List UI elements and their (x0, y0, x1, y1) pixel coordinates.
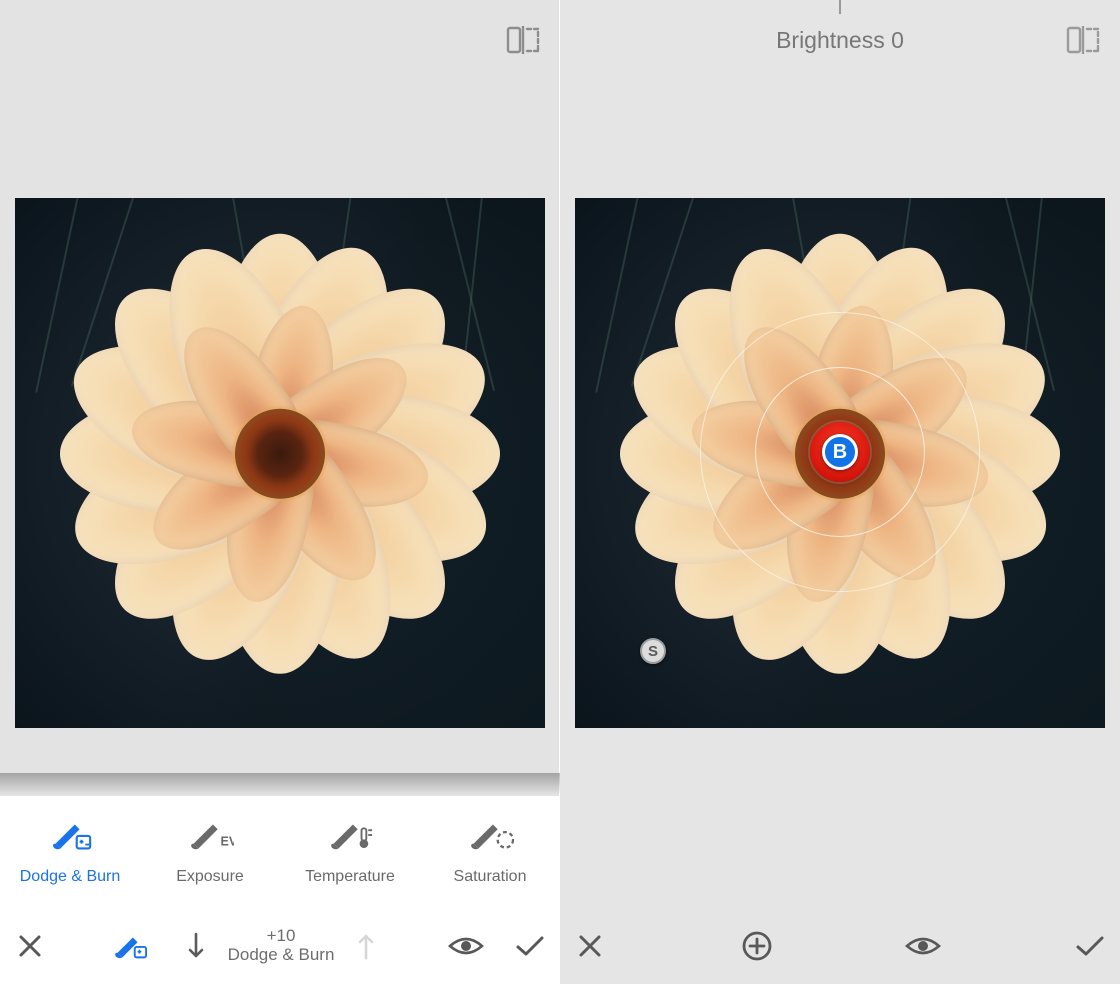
tool-saturation[interactable]: Saturation (420, 818, 560, 886)
cancel-button[interactable] (572, 928, 608, 964)
brush-exposure-icon: EV (186, 818, 234, 852)
compare-icon[interactable] (1066, 26, 1100, 54)
tool-temperature[interactable]: Temperature (280, 818, 420, 886)
right-action-bar (560, 908, 1120, 984)
strength-tool: Dodge & Burn (228, 946, 335, 965)
photo-canvas[interactable] (15, 198, 545, 728)
brush-tool-indicator[interactable] (112, 928, 148, 964)
brush-temperature-icon (326, 818, 374, 852)
brush-tool-row: Dodge & Burn EV Exposure (0, 796, 560, 908)
compare-icon[interactable] (506, 26, 540, 54)
tool-dodge-burn[interactable]: Dodge & Burn (0, 818, 140, 886)
left-action-bar: +10 Dodge & Burn (0, 908, 560, 984)
tool-label: Exposure (176, 868, 244, 886)
strength-readout: +10 Dodge & Burn (228, 927, 335, 964)
decrease-arrow-icon[interactable] (178, 928, 214, 964)
add-point-button[interactable] (739, 928, 775, 964)
preview-button[interactable] (448, 928, 484, 964)
photo (15, 198, 545, 728)
left-pane: Dodge & Burn EV Exposure (0, 0, 560, 984)
tool-exposure[interactable]: EV Exposure (140, 818, 280, 886)
apply-button[interactable] (1072, 928, 1108, 964)
tool-label: Dodge & Burn (20, 868, 121, 886)
right-topbar: Brightness 0 (560, 0, 1120, 80)
brush-saturation-icon (466, 818, 514, 852)
brush-dodgeburn-icon (46, 818, 94, 852)
panel-shadow (0, 773, 560, 795)
control-point-inactive[interactable]: S (640, 638, 666, 664)
preview-button[interactable] (905, 928, 941, 964)
tool-label: Temperature (305, 868, 395, 886)
right-pane: Brightness 0 (560, 0, 1120, 984)
adjust-title: Brightness 0 (776, 27, 904, 54)
apply-button[interactable] (512, 928, 548, 964)
left-topbar (0, 0, 560, 80)
flower-illustration (50, 224, 510, 684)
photo: B S (575, 198, 1105, 728)
cancel-button[interactable] (12, 928, 48, 964)
svg-text:EV: EV (221, 835, 234, 849)
tool-label: Saturation (454, 868, 527, 886)
photo-canvas[interactable]: B S (575, 198, 1105, 728)
control-point-active[interactable]: B (822, 434, 858, 470)
strength-value: +10 (228, 927, 335, 946)
strength-stepper[interactable]: +10 Dodge & Burn (178, 927, 385, 964)
increase-arrow-icon[interactable] (348, 928, 384, 964)
